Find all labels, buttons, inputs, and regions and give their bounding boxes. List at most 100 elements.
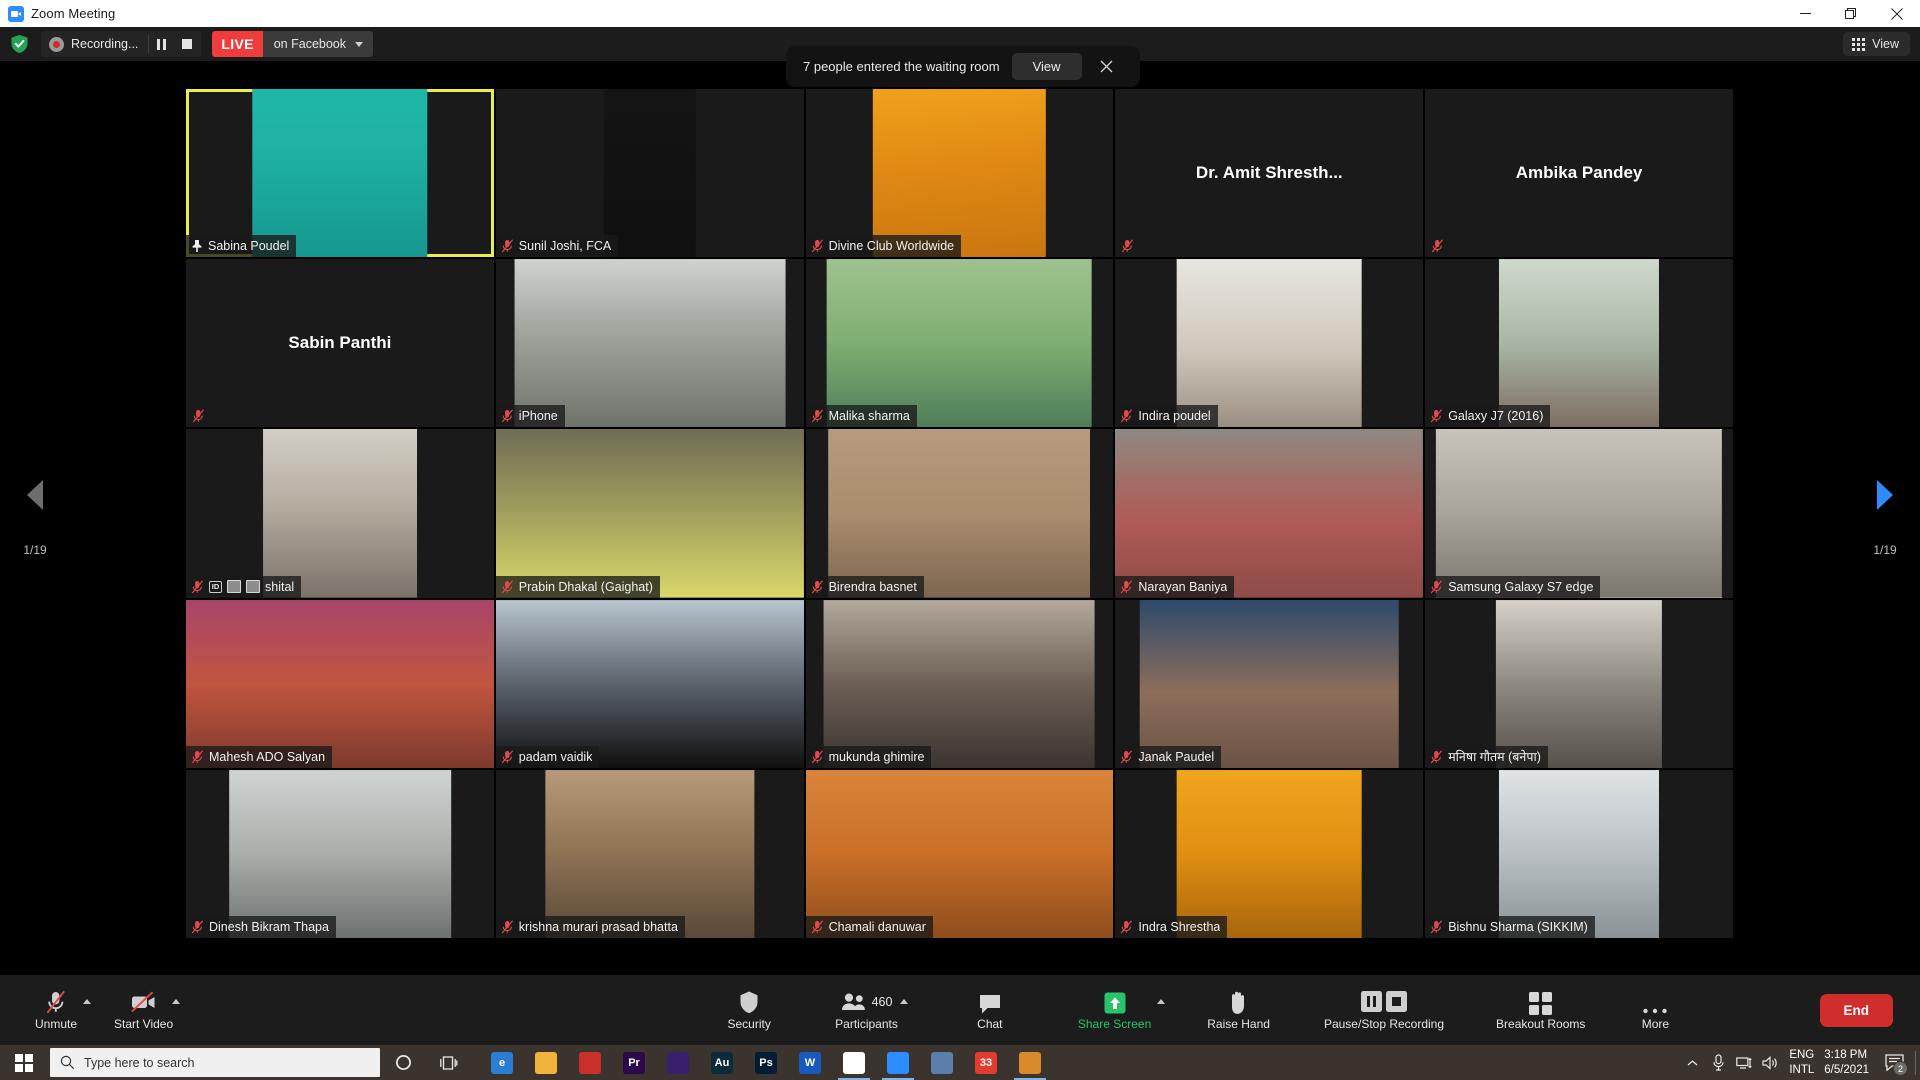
media-player-icon[interactable] xyxy=(1008,1045,1052,1080)
maximize-icon[interactable] xyxy=(1828,0,1874,27)
video-options-chevron-icon[interactable] xyxy=(172,999,181,1004)
next-page-button[interactable]: 1/19 xyxy=(1850,61,1920,975)
live-target-dropdown[interactable]: on Facebook xyxy=(262,31,374,57)
participant-status-strip xyxy=(186,405,212,427)
zoom-taskbar-icon[interactable] xyxy=(876,1045,920,1080)
participant-tile[interactable]: krishna murari prasad bhatta xyxy=(495,769,804,938)
waiting-room-view-button[interactable]: View xyxy=(1011,53,1082,80)
participant-tile[interactable]: Birendra basnet xyxy=(805,429,1114,598)
green-shield-check-icon[interactable] xyxy=(9,34,29,55)
clock-and-language[interactable]: ENG INTL 3:18 PM 6/5/2021 xyxy=(1783,1048,1877,1077)
live-target-label: on Facebook xyxy=(273,37,347,51)
participant-tile[interactable]: Sunil Joshi, FCA xyxy=(495,89,804,258)
action-center-button[interactable]: 2 xyxy=(1877,1045,1911,1080)
participant-tile[interactable]: Narayan Baniya xyxy=(1115,429,1424,598)
start-video-button[interactable]: Start Video xyxy=(110,975,181,1045)
status-chip-icon xyxy=(227,580,241,594)
previous-page-button[interactable]: 1/19 xyxy=(0,61,70,975)
show-desktop-divider[interactable] xyxy=(1915,1050,1916,1075)
app-glyph xyxy=(931,1051,953,1074)
muted-mic-icon xyxy=(1121,579,1133,593)
adobe-app-icon[interactable] xyxy=(656,1045,700,1080)
muted-mic-icon xyxy=(1430,409,1443,423)
participant-tile[interactable]: mukunda ghimire xyxy=(805,599,1114,768)
participant-tile[interactable]: Dr. Amit Shresth... xyxy=(1115,89,1424,258)
participant-name: Prabin Dhakal (Gaighat) xyxy=(518,579,653,594)
participant-tile[interactable]: Sabin Panthi xyxy=(186,259,494,428)
word-icon[interactable]: W xyxy=(788,1045,832,1080)
participant-name-tag: Chamali danuwar xyxy=(805,915,933,938)
end-meeting-button[interactable]: End xyxy=(1819,993,1893,1027)
participant-tile[interactable]: iPhone xyxy=(495,259,804,428)
pause-stop-recording-button[interactable]: Pause/Stop Recording xyxy=(1320,975,1448,1045)
participant-name: Samsung Galaxy S7 edge xyxy=(1448,579,1594,594)
audition-icon[interactable]: Au xyxy=(700,1045,744,1080)
participant-video-feed xyxy=(186,599,494,768)
notification-close-icon[interactable] xyxy=(1094,54,1120,80)
participant-video-feed xyxy=(262,429,417,598)
participants-chevron-icon[interactable] xyxy=(899,999,908,1004)
participant-tile[interactable]: मनिषा गौतम (बनेपा) xyxy=(1425,599,1733,768)
stop-icon xyxy=(1385,991,1407,1013)
participant-tile[interactable]: Chamali danuwar xyxy=(805,769,1114,938)
app-glyph xyxy=(887,1051,909,1074)
security-button[interactable]: Security xyxy=(717,975,781,1045)
stop-recording-button[interactable] xyxy=(174,31,199,57)
calendar-icon[interactable]: 33 xyxy=(964,1045,1008,1080)
participant-tile[interactable]: Indra Shrestha xyxy=(1115,769,1424,938)
speaker-icon[interactable] xyxy=(1757,1045,1783,1080)
participant-tile[interactable]: Indira poudel xyxy=(1115,259,1424,428)
start-button[interactable] xyxy=(0,1045,48,1080)
microphone-icon[interactable] xyxy=(1705,1045,1731,1080)
unmute-button[interactable]: Unmute xyxy=(24,975,91,1045)
participant-tile[interactable]: Janak Paudel xyxy=(1115,599,1424,768)
participant-tile[interactable]: ID shital xyxy=(186,429,494,598)
participant-video-feed xyxy=(1176,769,1362,938)
participant-name: Chamali danuwar xyxy=(828,919,926,934)
participant-tile[interactable]: Ambika Pandey xyxy=(1425,89,1733,258)
participant-tile[interactable]: Prabin Dhakal (Gaighat) xyxy=(495,429,804,598)
participant-tile[interactable]: Sabina Poudel xyxy=(186,89,494,258)
participant-tile[interactable]: Galaxy J7 (2016) xyxy=(1425,259,1733,428)
raise-hand-button[interactable]: Raise Hand xyxy=(1203,975,1274,1045)
more-options-button[interactable]: More xyxy=(1623,975,1687,1045)
app-glyph: Ps xyxy=(755,1051,777,1074)
close-icon[interactable] xyxy=(1874,0,1920,27)
search-input[interactable]: Type here to search xyxy=(50,1048,380,1077)
view-layout-button[interactable]: View xyxy=(1843,32,1910,56)
premiere-pro-icon[interactable]: Pr xyxy=(612,1045,656,1080)
network-icon[interactable] xyxy=(1731,1045,1757,1080)
pause-recording-button[interactable] xyxy=(149,31,174,57)
kite-icon[interactable] xyxy=(568,1045,612,1080)
pin-icon xyxy=(192,240,202,253)
share-screen-button[interactable]: Share Screen xyxy=(1074,975,1166,1045)
file-explorer-icon[interactable] xyxy=(524,1045,568,1080)
photoshop-icon[interactable]: Ps xyxy=(744,1045,788,1080)
share-options-chevron-icon[interactable] xyxy=(1157,999,1166,1004)
participant-video-feed xyxy=(545,769,755,938)
participant-grid: Sabina Poudel Sunil Joshi, FCA Divine Club… xyxy=(186,89,1733,938)
audio-options-chevron-icon[interactable] xyxy=(83,999,91,1004)
participant-tile[interactable]: padam vaidik xyxy=(495,599,804,768)
participant-tile[interactable]: Samsung Galaxy S7 edge xyxy=(1425,429,1733,598)
waiting-room-notification: 7 people entered the waiting room View xyxy=(786,46,1140,87)
chrome-icon[interactable] xyxy=(832,1045,876,1080)
participant-tile[interactable]: Dinesh Bikram Thapa xyxy=(186,769,494,938)
participants-button[interactable]: 460 Participants xyxy=(831,975,908,1045)
cortana-button[interactable] xyxy=(380,1045,426,1080)
task-view-button[interactable] xyxy=(426,1045,472,1080)
pause-stop-icon-group xyxy=(1360,989,1407,1015)
participant-tile[interactable]: Bishnu Sharma (SIKKIM) xyxy=(1425,769,1733,938)
edge-icon[interactable]: e xyxy=(480,1045,524,1080)
show-hidden-icons-button[interactable] xyxy=(1679,1045,1705,1080)
page-indicator-left: 1/19 xyxy=(23,542,47,557)
participants-label: Participants xyxy=(835,1016,898,1031)
photos-icon[interactable] xyxy=(920,1045,964,1080)
participant-tile[interactable]: Divine Club Worldwide xyxy=(805,89,1114,258)
breakout-rooms-button[interactable]: Breakout Rooms xyxy=(1492,975,1589,1045)
minimize-icon[interactable] xyxy=(1782,0,1828,27)
chat-button[interactable]: Chat xyxy=(958,975,1022,1045)
participant-tile[interactable]: Malika sharma xyxy=(805,259,1114,428)
participant-name-tag: Samsung Galaxy S7 edge xyxy=(1425,575,1601,598)
participant-tile[interactable]: Mahesh ADO Salyan xyxy=(186,599,494,768)
